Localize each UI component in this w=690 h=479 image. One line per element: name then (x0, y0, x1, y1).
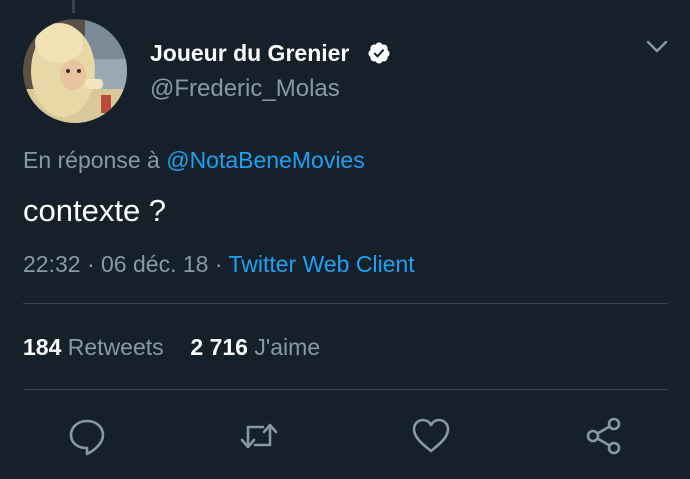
divider (23, 303, 668, 304)
tweet-date: 06 déc. 18 (101, 251, 209, 277)
likes-label: J'aime (254, 334, 321, 360)
reply-prefix: En réponse à (23, 147, 167, 173)
retweet-icon (240, 423, 278, 449)
tweet-stats: 184 Retweets 2 716 J'aime (23, 334, 320, 361)
like-button[interactable] (411, 416, 451, 456)
author-handle[interactable]: @Frederic_Molas (150, 75, 340, 103)
tweet-text: contexte ? (23, 193, 167, 228)
retweets-stat[interactable]: 184 Retweets (23, 334, 164, 360)
like-icon (412, 418, 450, 453)
author-display-name[interactable]: Joueur du Grenier (150, 40, 349, 67)
verified-badge-icon (368, 42, 390, 64)
likes-stat[interactable]: 2 716 J'aime (190, 334, 320, 360)
retweet-button[interactable] (239, 416, 279, 456)
meta-separator: · (80, 251, 102, 277)
chevron-down-icon[interactable] (645, 36, 669, 58)
thread-connector-line (72, 0, 75, 13)
avatar[interactable] (23, 19, 127, 123)
share-icon (586, 417, 621, 455)
tweet-client-link[interactable]: Twitter Web Client (228, 251, 414, 277)
reply-icon (69, 419, 105, 456)
reply-mention-link[interactable]: @NotaBeneMovies (166, 147, 365, 173)
tweet-time: 22:32 (23, 251, 81, 277)
meta-separator: · (208, 251, 229, 277)
retweets-count: 184 (23, 334, 62, 360)
share-button[interactable] (584, 416, 624, 456)
likes-count: 2 716 (190, 334, 248, 360)
divider (23, 389, 668, 390)
reply-context: En réponse à @NotaBeneMovies (23, 147, 365, 174)
tweet-metadata: 22:32 · 06 déc. 18 · Twitter Web Client (23, 251, 415, 278)
reply-button[interactable] (67, 416, 107, 456)
retweets-label: Retweets (67, 334, 164, 360)
